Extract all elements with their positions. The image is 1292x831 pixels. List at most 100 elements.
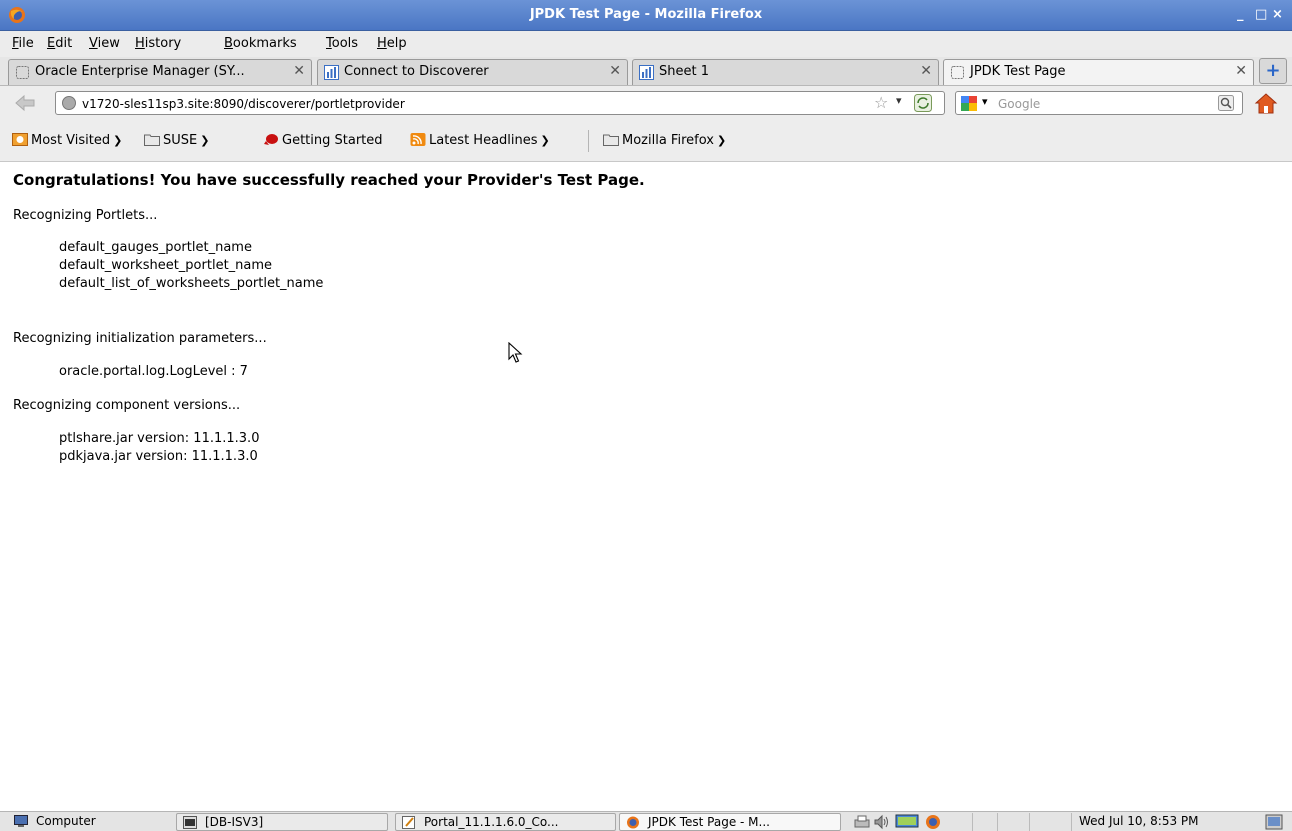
menu-view[interactable]: View [89,36,120,51]
minimize-icon[interactable]: _ [1237,7,1244,22]
bookmarks-separator [588,130,589,152]
tab-close-icon[interactable]: ✕ [609,63,621,79]
tab-label: Connect to Discoverer [344,64,489,79]
menu-edit[interactable]: Edit [47,36,72,51]
menu-help[interactable]: Help [377,36,407,51]
workspace-3[interactable] [1036,813,1072,831]
page-heading: Congratulations! You have successfully r… [13,171,645,189]
menu-tools[interactable]: Tools [326,36,358,51]
tab-jpdk-test-page[interactable]: JPDK Test Page ✕ [943,59,1254,85]
most-visited-icon [12,133,28,146]
computer-icon [14,815,28,827]
search-bar[interactable]: ▾ [955,91,1243,115]
tab-close-icon[interactable]: ✕ [293,63,305,79]
tab-sheet-1[interactable]: Sheet 1 ✕ [632,59,939,85]
rss-icon [410,133,426,146]
bookmark-latest-headlines[interactable]: Latest Headlines ❯ [410,133,550,148]
tab-oracle-enterprise-manager[interactable]: Oracle Enterprise Manager (SY... ✕ [8,59,312,85]
bookmark-star-icon[interactable]: ☆ [874,93,888,112]
portlet-item: default_worksheet_portlet_name [59,258,273,273]
portlets-section-title: Recognizing Portlets... [13,208,158,223]
tab-label: JPDK Test Page [970,64,1066,79]
bookmark-label: Mozilla Firefox [622,133,714,148]
folder-icon [144,134,160,146]
terminal-icon [183,816,197,829]
tab-bar: Oracle Enterprise Manager (SY... ✕ Conne… [0,57,1292,86]
version-item: ptlshare.jar version: 11.1.1.3.0 [59,431,260,446]
params-section-title: Recognizing initialization parameters... [13,331,267,346]
portlet-item: default_list_of_worksheets_portlet_name [59,276,324,291]
firefox-icon[interactable] [924,814,942,830]
mouse-pointer-icon [508,342,523,363]
bookmark-label: Most Visited [31,133,111,148]
getting-started-icon [264,134,278,145]
discoverer-icon [639,65,654,80]
tab-label: Oracle Enterprise Manager (SY... [35,64,245,79]
taskbar-item-label: Computer [36,814,96,828]
tab-close-icon[interactable]: ✕ [920,63,932,79]
version-item: pdkjava.jar version: 11.1.1.3.0 [59,449,258,464]
magnifier-icon[interactable] [1218,95,1234,111]
reload-icon[interactable] [914,94,932,112]
tab-close-icon[interactable]: ✕ [1235,63,1247,79]
chevron-down-icon: ❯ [716,134,727,147]
taskbar: Computer [DB-ISV3] Portal_11.1.1.6.0_Co.… [0,811,1292,831]
clock[interactable]: Wed Jul 10, 8:53 PM [1079,813,1199,830]
bookmark-label: Latest Headlines [429,133,538,148]
site-identity-icon[interactable] [62,96,76,110]
google-icon[interactable] [960,95,978,112]
firefox-icon [627,816,639,829]
home-icon[interactable] [1253,91,1279,115]
folder-icon [603,134,619,146]
page-icon [951,66,964,79]
discoverer-icon [324,65,339,80]
menu-file[interactable]: File [12,36,34,51]
printer-icon[interactable] [853,814,871,830]
bookmarks-toolbar: Most Visited ❯ SUSE ❯ Getting Started Late… [0,120,1292,162]
bookmark-mozilla-firefox[interactable]: Mozilla Firefox ❯ [603,133,726,148]
show-desktop-icon[interactable] [1265,814,1283,830]
taskbar-db-isv3[interactable]: [DB-ISV3] [176,813,388,831]
network-icon[interactable] [895,814,919,830]
close-icon[interactable]: × [1272,7,1283,22]
taskbar-jpdk-test-page[interactable]: JPDK Test Page - M... [619,813,841,831]
chevron-down-icon: ❯ [540,134,550,147]
versions-section-title: Recognizing component versions... [13,398,241,413]
workspace-1[interactable] [972,813,998,831]
search-input[interactable] [998,95,1198,112]
maximize-icon[interactable]: □ [1255,7,1267,22]
bookmark-most-visited[interactable]: Most Visited ❯ [12,133,122,148]
taskbar-item-label: [DB-ISV3] [205,815,264,829]
window-title: JPDK Test Page - Mozilla Firefox [529,7,763,22]
taskbar-computer-menu[interactable]: Computer [8,813,158,831]
tab-label: Sheet 1 [659,64,709,79]
bookmark-getting-started[interactable]: Getting Started [263,133,383,148]
taskbar-item-label: JPDK Test Page - M... [648,815,770,829]
menu-bookmarks[interactable]: Bookmarks [224,36,297,51]
portlet-item: default_gauges_portlet_name [59,240,252,255]
bookmark-label: Getting Started [282,133,383,148]
bookmark-suse[interactable]: SUSE ❯ [144,133,209,148]
menu-history[interactable]: History [135,36,181,51]
url-bar[interactable]: ☆ ▾ [55,91,945,115]
url-history-dropdown-icon[interactable]: ▾ [896,94,902,107]
url-input[interactable] [82,95,862,112]
window-titlebar: JPDK Test Page - Mozilla Firefox _ □ × [0,0,1292,31]
page-content: Congratulations! You have successfully r… [0,162,1292,802]
new-tab-button[interactable]: + [1259,58,1287,84]
taskbar-portal-document[interactable]: Portal_11.1.1.6.0_Co... [395,813,616,831]
taskbar-item-label: Portal_11.1.1.6.0_Co... [424,815,559,829]
text-editor-icon [402,816,415,829]
menu-bar: File Edit View History Bookmarks Tools H… [0,31,1292,57]
tab-connect-to-discoverer[interactable]: Connect to Discoverer ✕ [317,59,628,85]
page-icon [16,66,29,79]
workspace-2[interactable] [1004,813,1030,831]
search-engine-dropdown-icon[interactable]: ▾ [982,95,988,108]
chevron-down-icon: ❯ [113,134,123,147]
volume-icon[interactable] [873,814,891,830]
param-item: oracle.portal.log.LogLevel : 7 [59,364,248,379]
back-arrow-icon[interactable] [14,93,36,113]
navigation-bar: ☆ ▾ ▾ [0,86,1292,120]
bookmark-label: SUSE [163,133,198,148]
chevron-down-icon: ❯ [200,134,210,147]
